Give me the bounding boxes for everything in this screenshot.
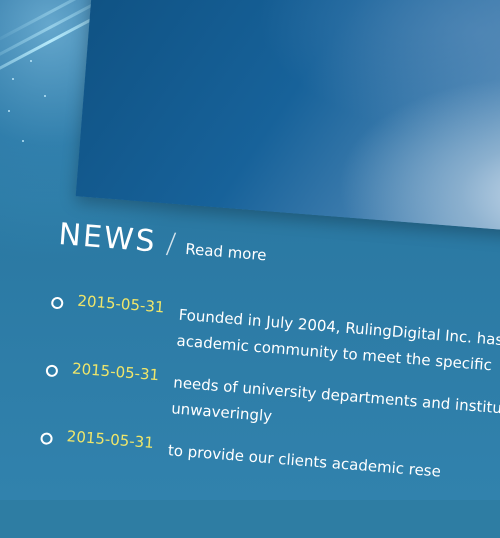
banner-photo: [75, 0, 500, 237]
title-separator: /: [165, 226, 178, 261]
circle-bullet-icon: [45, 364, 59, 378]
news-section: NEWS / Read more 2015-05-31 Founded in J…: [0, 0, 500, 519]
circle-bullet-icon: [40, 432, 54, 446]
news-summary[interactable]: Founded in July 2004, RulingDigital Inc.…: [176, 302, 500, 380]
news-title: NEWS: [57, 216, 158, 260]
news-date: 2015-05-31: [76, 291, 166, 317]
news-header: NEWS / Read more: [57, 217, 268, 268]
read-more-link[interactable]: Read more: [185, 240, 267, 264]
circle-bullet-icon: [50, 296, 64, 310]
news-list: 2015-05-31 Founded in July 2004, RulingD…: [36, 290, 500, 529]
